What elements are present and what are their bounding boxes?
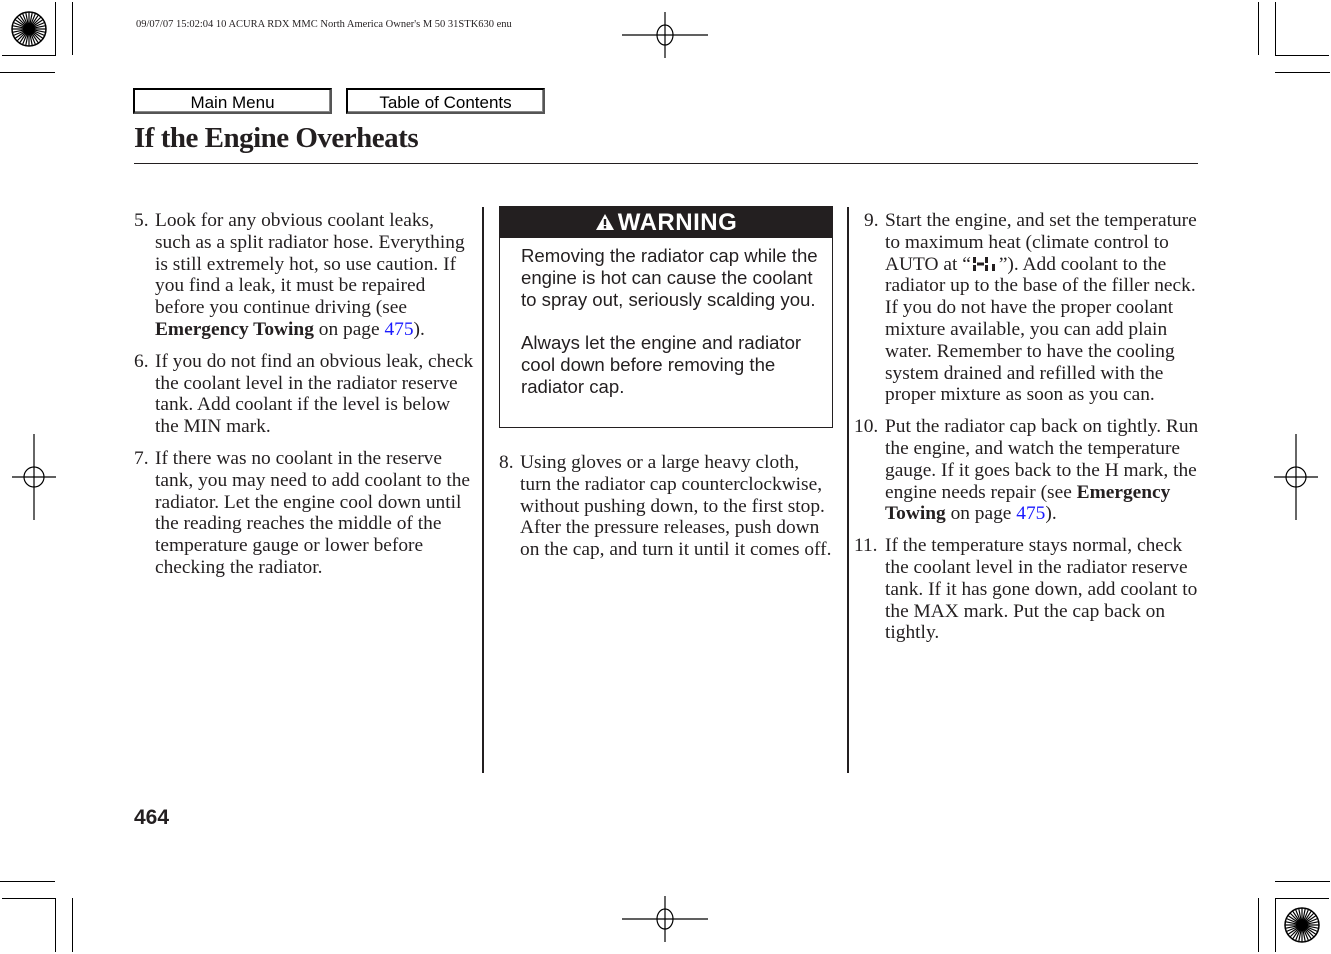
- warning-heading: WARNING: [617, 209, 738, 236]
- registration-target-icon: [1284, 907, 1320, 943]
- registration-crosshair-icon: [622, 896, 708, 942]
- registration-crosshair-icon: [622, 12, 708, 58]
- step-text: ”). Add coolant to the radiator up to th…: [885, 253, 1196, 406]
- step-5: 5. Look for any obvious coolant leaks, s…: [134, 210, 474, 341]
- print-job-header: 09/07/07 15:02:04 10 ACURA RDX MMC North…: [136, 19, 512, 30]
- step-text: Using gloves or a large heavy cloth, tur…: [520, 452, 832, 561]
- registration-target-icon: [11, 11, 47, 47]
- warning-box: WARNING Removing the radiator cap while …: [499, 206, 833, 428]
- warning-body: Removing the radiator cap while the engi…: [521, 245, 824, 419]
- step-11: 11. If the temperature stays normal, che…: [854, 535, 1200, 644]
- step-number: 11.: [854, 535, 878, 557]
- table-of-contents-button[interactable]: Table of Contents: [346, 88, 545, 114]
- emergency-towing-reference: Emergency Towing: [155, 318, 314, 340]
- step-6: 6. If you do not find an obvious leak, c…: [134, 351, 474, 438]
- step-8: 8. Using gloves or a large heavy cloth, …: [499, 452, 835, 561]
- step-number: 8.: [499, 452, 514, 473]
- step-text: If there was no coolant in the reserve t…: [155, 447, 471, 578]
- column-middle: 8. Using gloves or a large heavy cloth, …: [499, 452, 835, 571]
- title-divider: [134, 163, 1198, 164]
- step-text: ).: [413, 318, 425, 340]
- registration-crosshair-icon: [1274, 434, 1318, 520]
- page-number: 464: [134, 806, 170, 829]
- hi-display-icon: [972, 256, 995, 271]
- warning-header: WARNING: [500, 207, 832, 238]
- step-text: ).: [1045, 503, 1057, 525]
- step-10: 10. Put the radiator cap back on tightly…: [854, 416, 1200, 525]
- warning-triangle-icon: [595, 214, 614, 230]
- warning-paragraph: Always let the engine and radiator cool …: [521, 332, 802, 397]
- page-link-475[interactable]: 475: [384, 319, 413, 340]
- step-number: 9.: [864, 210, 879, 231]
- step-text: Look for any obvious coolant leaks, such…: [155, 210, 465, 319]
- column-divider: [847, 207, 849, 773]
- column-divider: [482, 207, 484, 773]
- step-number: 6.: [134, 350, 149, 372]
- step-text: If the temperature stays normal, check t…: [885, 535, 1198, 644]
- step-7: 7. If there was no coolant in the reserv…: [134, 448, 474, 579]
- page-link-475[interactable]: 475: [1016, 503, 1045, 524]
- column-right: 9. Start the engine, and set the tempera…: [854, 210, 1200, 654]
- step-number: 5.: [134, 210, 149, 231]
- step-9: 9. Start the engine, and set the tempera…: [854, 210, 1200, 406]
- page-title: If the Engine Overheats: [134, 122, 419, 154]
- step-number: 7.: [134, 447, 149, 469]
- step-number: 10.: [854, 416, 879, 438]
- registration-crosshair-icon: [12, 434, 56, 520]
- column-left: 5. Look for any obvious coolant leaks, s…: [134, 210, 474, 589]
- warning-paragraph: Removing the radiator cap while the engi…: [521, 245, 818, 310]
- main-menu-button[interactable]: Main Menu: [133, 88, 332, 114]
- step-text: on page: [313, 318, 385, 340]
- step-text: on page: [945, 503, 1017, 525]
- step-text: If you do not find an obvious leak, chec…: [155, 350, 474, 438]
